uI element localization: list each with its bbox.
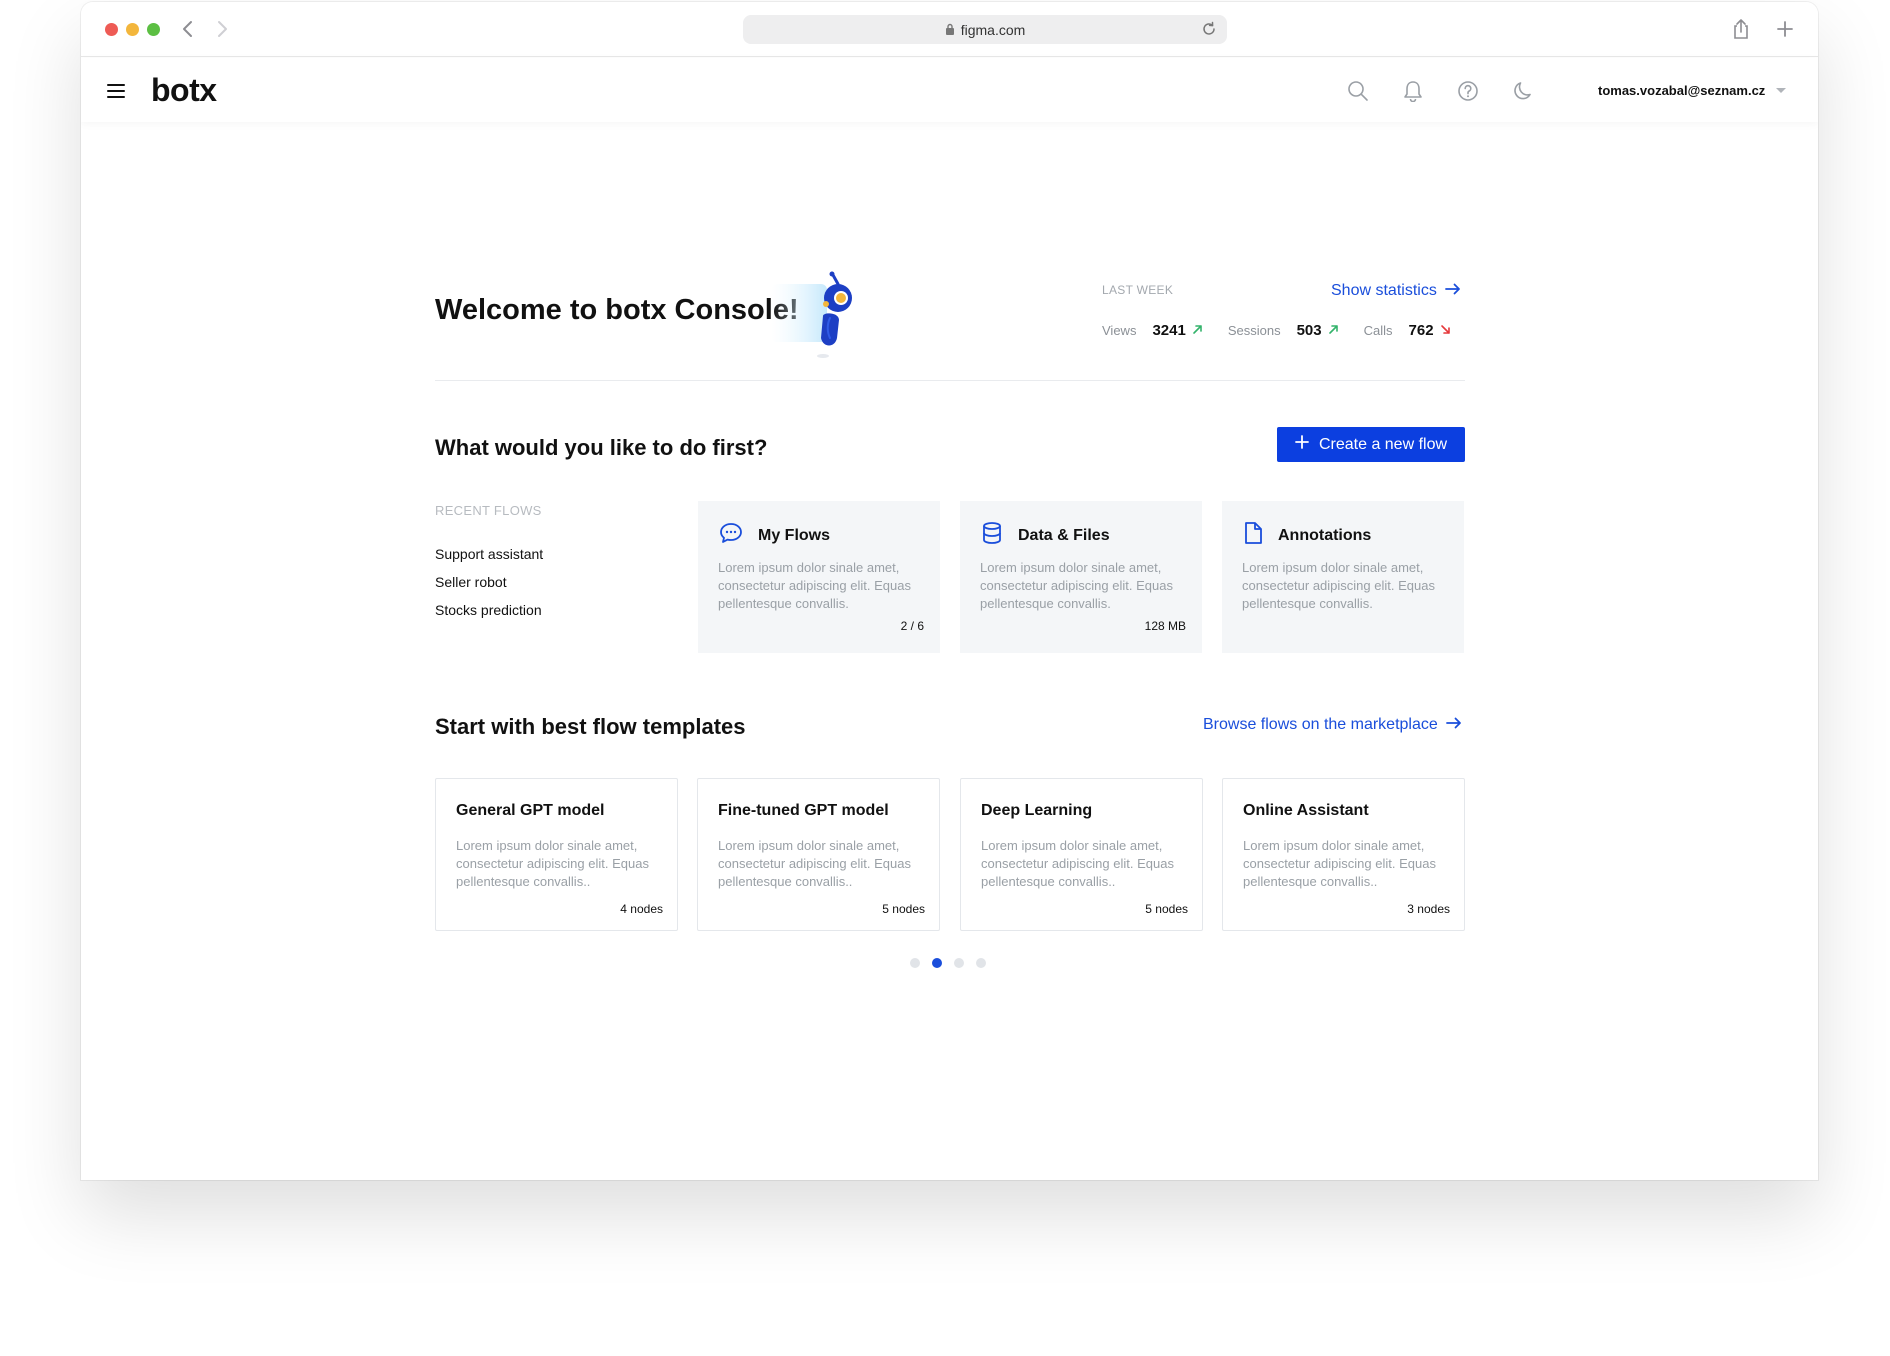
template-title: Fine-tuned GPT model	[718, 802, 889, 819]
create-flow-button[interactable]: Create a new flow	[1277, 427, 1465, 462]
template-title: Online Assistant	[1243, 802, 1369, 819]
menu-icon[interactable]	[107, 84, 125, 102]
stats-row: Views 3241 Sessions 503 Calls 762	[1102, 322, 1451, 339]
card-title: Data & Files	[1018, 526, 1110, 544]
carousel-pagination	[910, 958, 986, 968]
stat-value: 3241	[1152, 322, 1186, 339]
minimize-window-button[interactable]	[126, 23, 139, 36]
stats-period-label: LAST WEEK	[1102, 283, 1174, 297]
user-email: tomas.vozabal@seznam.cz	[1598, 83, 1766, 98]
template-nodes: 3 nodes	[1407, 902, 1450, 916]
maximize-window-button[interactable]	[147, 23, 160, 36]
stat-sessions: Sessions 503	[1228, 322, 1339, 339]
trend-up-icon	[1192, 323, 1203, 338]
browser-window: figma.com botx tomas.vozabal@seznam.cz W…	[81, 2, 1818, 1180]
browser-navigation	[181, 18, 229, 40]
back-arrow-icon[interactable]	[181, 18, 195, 40]
template-nodes: 5 nodes	[1145, 902, 1188, 916]
card-title: My Flows	[758, 526, 831, 544]
database-icon	[980, 521, 1004, 550]
window-controls	[105, 23, 160, 36]
recent-flow-item[interactable]: Support assistant	[435, 546, 543, 562]
create-flow-label: Create a new flow	[1318, 435, 1448, 453]
template-description: Lorem ipsum dolor sinale amet, consectet…	[718, 838, 911, 889]
stat-views: Views 3241	[1102, 322, 1203, 339]
url-text: figma.com	[960, 21, 1026, 38]
template-description: Lorem ipsum dolor sinale amet, consectet…	[1243, 838, 1436, 889]
app-logo[interactable]: botx	[151, 72, 217, 109]
show-statistics-link[interactable]: Show statistics	[1331, 282, 1461, 300]
new-tab-icon[interactable]	[1776, 20, 1794, 43]
help-icon[interactable]	[1457, 80, 1479, 107]
arrow-right-icon	[1444, 282, 1461, 300]
close-window-button[interactable]	[105, 23, 118, 36]
stat-label: Views	[1102, 323, 1137, 338]
search-icon[interactable]	[1347, 80, 1369, 107]
template-card[interactable]: Deep Learning Lorem ipsum dolor sinale a…	[960, 778, 1203, 931]
stat-value: 762	[1408, 322, 1434, 339]
template-title: Deep Learning	[981, 802, 1093, 819]
page-title: Welcome to botx Console!	[435, 294, 799, 326]
pagination-dot[interactable]	[910, 958, 920, 968]
recent-flows-label: RECENT FLOWS	[435, 503, 542, 518]
address-bar[interactable]: figma.com	[743, 15, 1227, 44]
template-card[interactable]: Online Assistant Lorem ipsum dolor sinal…	[1222, 778, 1465, 931]
pagination-dot[interactable]	[976, 958, 986, 968]
document-icon	[1242, 521, 1264, 550]
template-card[interactable]: General GPT model Lorem ipsum dolor sina…	[435, 778, 678, 931]
reload-icon[interactable]	[1201, 21, 1217, 40]
user-menu[interactable]: tomas.vozabal@seznam.cz	[1598, 83, 1787, 98]
arrow-right-icon	[1445, 716, 1462, 734]
template-nodes: 5 nodes	[882, 902, 925, 916]
stat-calls: Calls 762	[1364, 322, 1451, 339]
show-statistics-label: Show statistics	[1331, 282, 1437, 299]
robot-illustration	[763, 270, 873, 360]
template-description: Lorem ipsum dolor sinale amet, consectet…	[456, 838, 649, 889]
pagination-dot-active[interactable]	[932, 958, 942, 968]
recent-flow-item[interactable]: Seller robot	[435, 574, 507, 590]
browser-toolbar: figma.com	[81, 2, 1818, 57]
first-section-title: What would you like to do first?	[435, 435, 768, 460]
card-meta: 128 MB	[1144, 619, 1186, 633]
annotations-card[interactable]: Annotations Lorem ipsum dolor sinale ame…	[1222, 501, 1464, 653]
my-flows-card[interactable]: My Flows Lorem ipsum dolor sinale amet, …	[698, 501, 940, 653]
plus-icon	[1295, 435, 1309, 454]
recent-flow-item[interactable]: Stocks prediction	[435, 602, 542, 618]
card-title: Annotations	[1278, 526, 1372, 544]
template-nodes: 4 nodes	[620, 902, 663, 916]
templates-section-title: Start with best flow templates	[435, 714, 746, 739]
pagination-dot[interactable]	[954, 958, 964, 968]
browser-actions	[1732, 18, 1794, 45]
forward-arrow-icon[interactable]	[215, 18, 229, 40]
chat-icon	[718, 521, 744, 550]
browse-marketplace-link[interactable]: Browse flows on the marketplace	[1203, 716, 1462, 734]
bell-icon[interactable]	[1403, 80, 1423, 107]
template-description: Lorem ipsum dolor sinale amet, consectet…	[981, 838, 1174, 889]
card-description: Lorem ipsum dolor sinale amet, consectet…	[980, 560, 1173, 611]
app-header: botx tomas.vozabal@seznam.cz	[81, 58, 1818, 122]
card-meta: 2 / 6	[900, 619, 924, 633]
data-files-card[interactable]: Data & Files Lorem ipsum dolor sinale am…	[960, 501, 1202, 653]
template-card[interactable]: Fine-tuned GPT model Lorem ipsum dolor s…	[697, 778, 940, 931]
card-description: Lorem ipsum dolor sinale amet, consectet…	[1242, 560, 1435, 611]
chevron-down-icon	[1775, 83, 1787, 98]
stat-value: 503	[1296, 322, 1322, 339]
share-icon[interactable]	[1732, 18, 1750, 45]
dark-mode-icon[interactable]	[1513, 80, 1535, 107]
card-description: Lorem ipsum dolor sinale amet, consectet…	[718, 560, 911, 611]
header-actions	[1347, 80, 1535, 107]
stat-label: Sessions	[1227, 323, 1281, 338]
template-title: General GPT model	[456, 802, 605, 819]
trend-up-icon	[1328, 323, 1339, 338]
trend-down-icon	[1440, 323, 1451, 338]
lock-icon	[945, 22, 955, 38]
browse-marketplace-label: Browse flows on the marketplace	[1203, 716, 1438, 733]
stat-label: Calls	[1363, 323, 1393, 338]
section-divider	[435, 380, 1465, 381]
